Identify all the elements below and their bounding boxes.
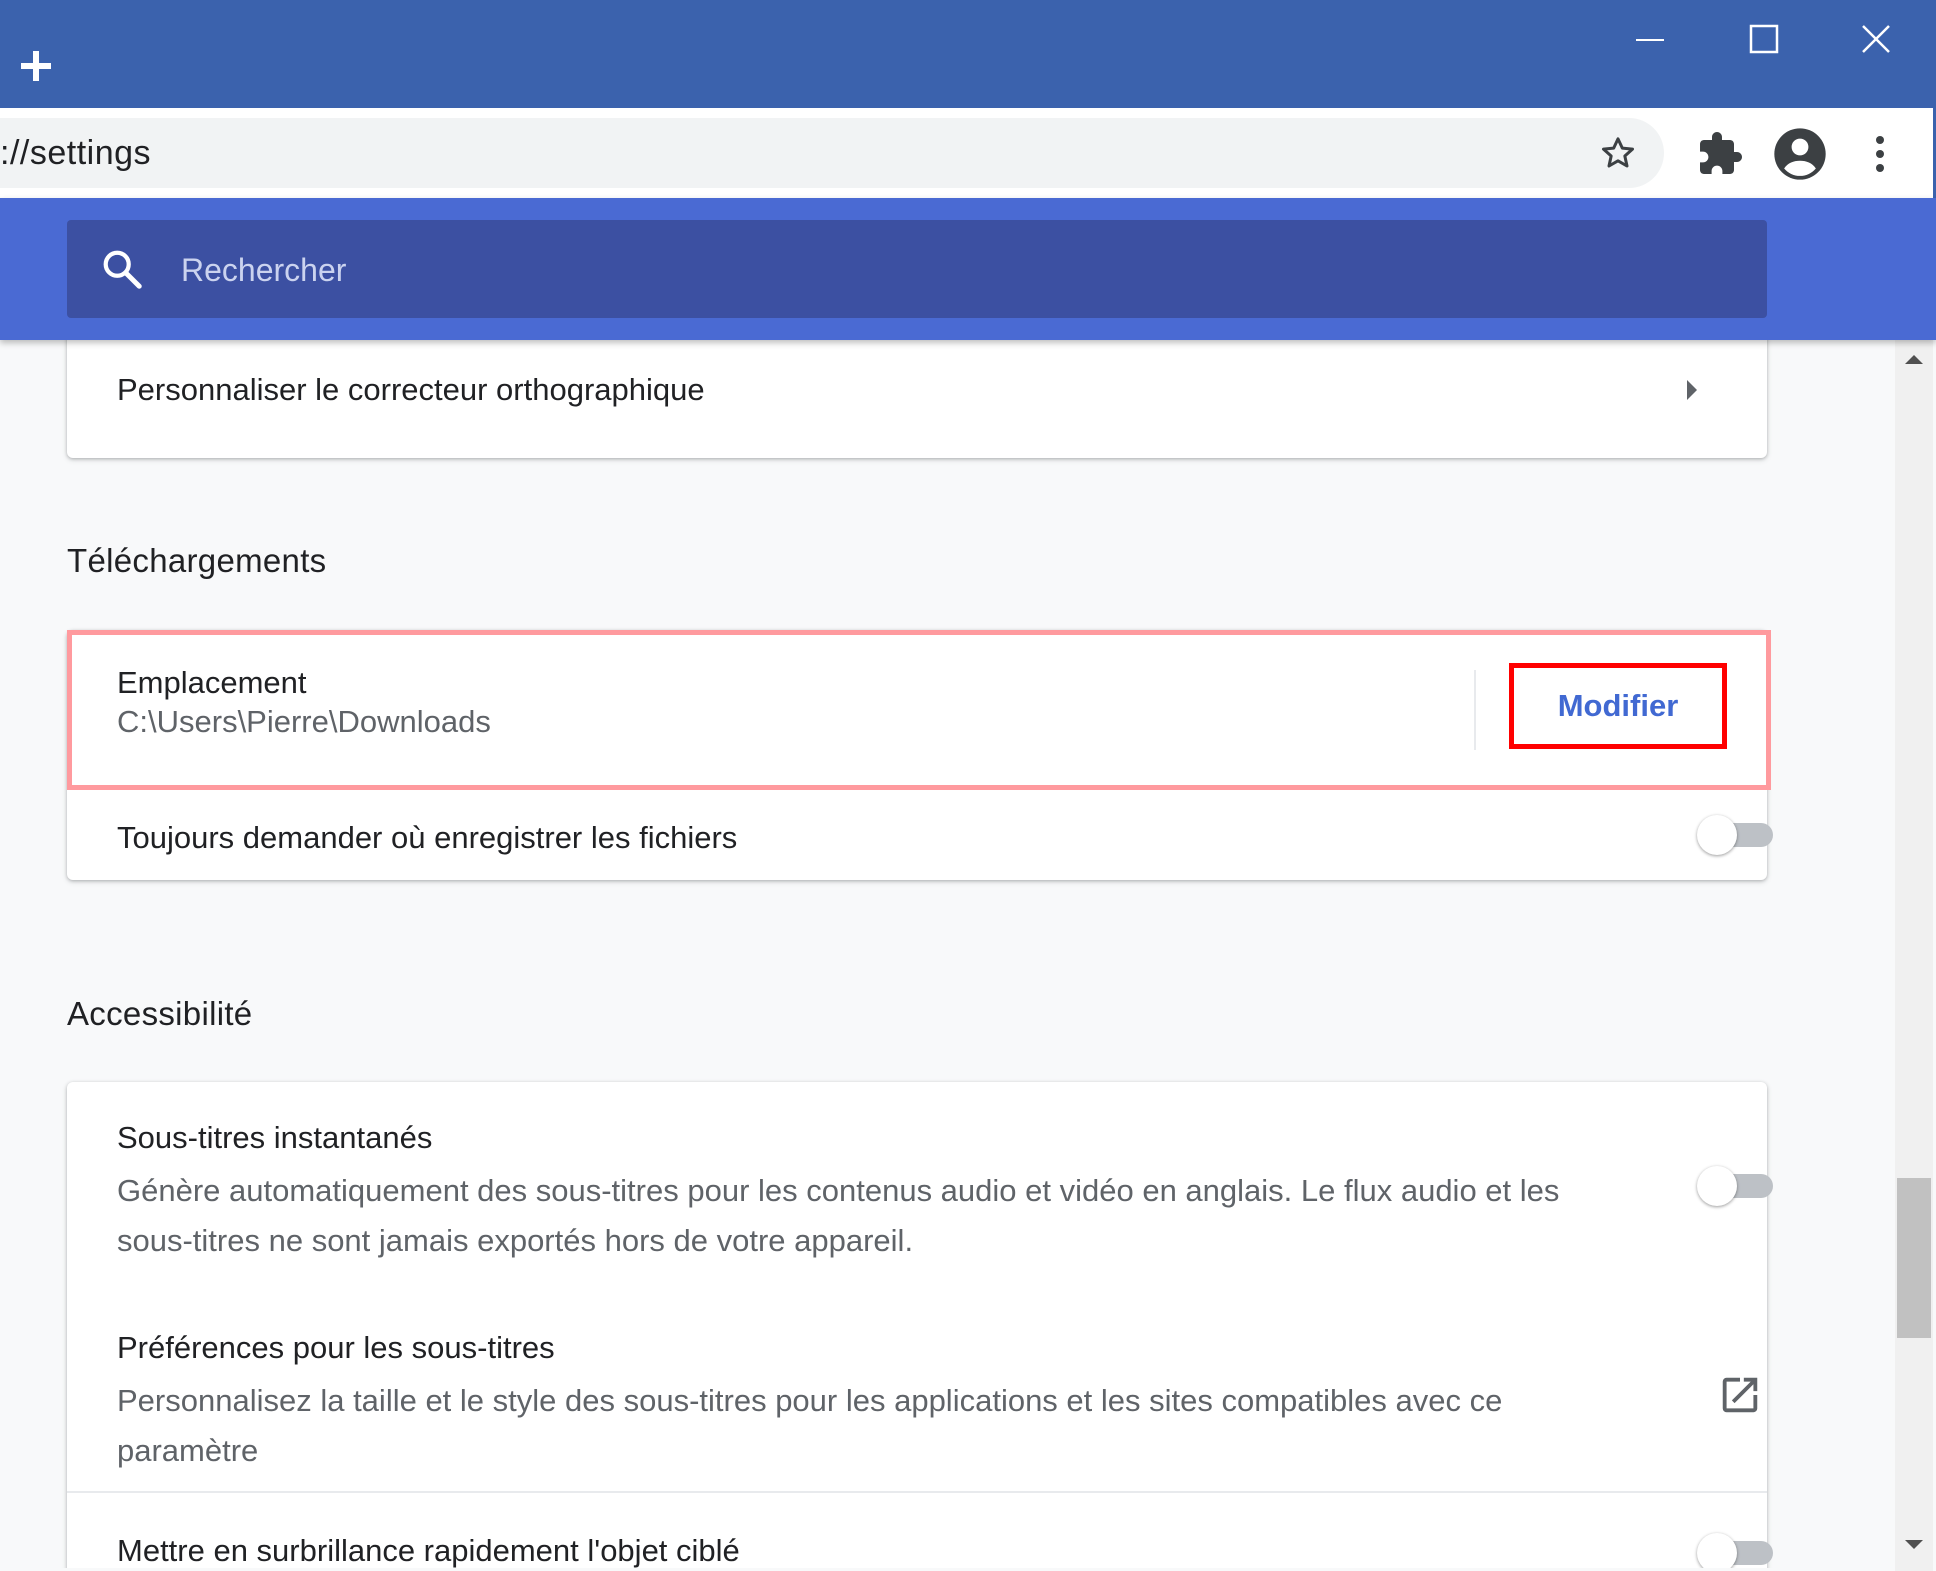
address-bar[interactable]: ://settings (0, 118, 1664, 188)
more-vert-icon[interactable] (1856, 130, 1904, 178)
live-caption-description: Génère automatiquement des sous-titres p… (117, 1173, 1560, 1258)
arrow-right-icon (1687, 380, 1697, 400)
focus-highlight-toggle[interactable] (1697, 1533, 1777, 1568)
toggle-knob (1697, 1166, 1737, 1206)
settings-content: Personnaliser le correcteur orthographiq… (0, 340, 1895, 1568)
title-bar (0, 0, 1936, 108)
live-caption-label: Sous-titres instantanés (117, 1120, 433, 1155)
toggle-knob (1697, 815, 1737, 855)
browser-toolbar: ://settings (0, 108, 1936, 198)
live-caption-toggle[interactable] (1697, 1166, 1777, 1206)
caption-preferences-label: Préférences pour les sous-titres (117, 1330, 555, 1365)
search-icon (103, 250, 142, 289)
ask-download-row[interactable]: Toujours demander où enregistrer les fic… (67, 790, 1773, 880)
caption-preferences-description: Personnalisez la taille et le style des … (117, 1383, 1503, 1468)
location-path: C:\Users\Pierre\Downloads (117, 704, 491, 739)
row-separator (1474, 670, 1476, 750)
url-text[interactable]: ://settings (0, 118, 151, 188)
spellcheck-row[interactable]: Personnaliser le correcteur orthographiq… (67, 340, 1767, 458)
scroll-up-arrow-icon[interactable] (1903, 352, 1925, 366)
close-icon[interactable] (1846, 18, 1906, 62)
maximize-icon[interactable] (1734, 18, 1794, 62)
puzzle-icon[interactable] (1696, 130, 1744, 178)
search-input[interactable] (179, 220, 1683, 320)
modify-location-button[interactable]: Modifier (1509, 663, 1727, 749)
spellcheck-card: Personnaliser le correcteur orthographiq… (67, 340, 1767, 458)
accessibility-card: Sous-titres instantanés Génère automatiq… (67, 1082, 1773, 1568)
downloads-section-title: Téléchargements (67, 542, 327, 579)
focus-highlight-row[interactable]: Mettre en surbrillance rapidement l'obje… (67, 1493, 1773, 1568)
accessibility-section-title: Accessibilité (67, 995, 253, 1032)
toggle-knob (1697, 1533, 1737, 1568)
ask-download-toggle[interactable] (1697, 815, 1777, 855)
account-circle-icon[interactable] (1772, 126, 1828, 182)
location-label: Emplacement (117, 665, 307, 700)
plus-icon[interactable] (18, 48, 54, 84)
minimize-icon[interactable] (1620, 18, 1680, 62)
open-in-new-icon[interactable] (1717, 1372, 1763, 1418)
ask-download-label: Toujours demander où enregistrer les fic… (117, 820, 738, 855)
caption-preferences-row[interactable]: Préférences pour les sous-titres Personn… (67, 1282, 1767, 1482)
search-box[interactable] (67, 220, 1767, 320)
settings-header (0, 198, 1936, 340)
spellcheck-label: Personnaliser le correcteur orthographiq… (117, 372, 705, 407)
live-caption-row[interactable]: Sous-titres instantanés Génère automatiq… (67, 1082, 1773, 1282)
scroll-down-arrow-icon[interactable] (1903, 1538, 1925, 1552)
scrollbar-thumb[interactable] (1897, 1178, 1931, 1338)
scrollbar[interactable] (1895, 340, 1933, 1571)
focus-highlight-label: Mettre en surbrillance rapidement l'obje… (117, 1533, 740, 1568)
star-icon[interactable] (1598, 133, 1638, 173)
download-location-row: Emplacement C:\Users\Pierre\Downloads Mo… (67, 630, 1771, 790)
